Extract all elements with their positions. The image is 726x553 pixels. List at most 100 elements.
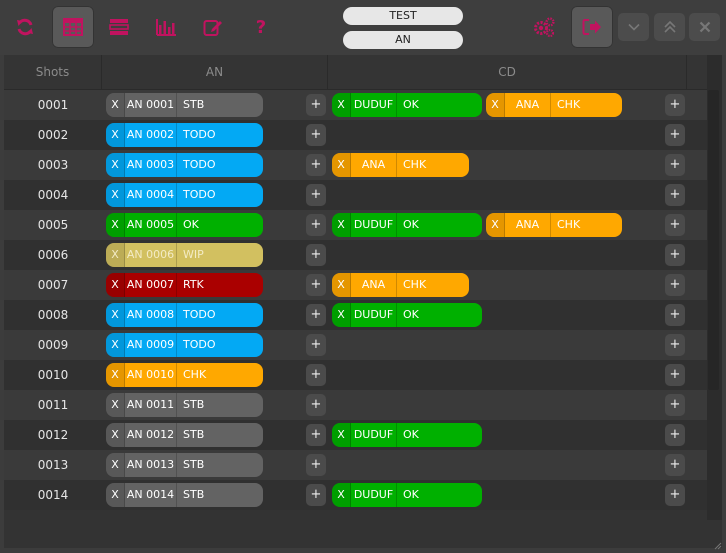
task-status[interactable]: TODO bbox=[177, 183, 263, 207]
expand-button[interactable] bbox=[654, 13, 685, 41]
shot-number[interactable]: 0002 bbox=[4, 120, 102, 150]
add-an-task-button[interactable]: + bbox=[306, 124, 326, 146]
shot-number[interactable]: 0006 bbox=[4, 240, 102, 270]
scrollbar-thumb[interactable] bbox=[708, 90, 719, 390]
add-an-task-button[interactable]: + bbox=[306, 394, 326, 416]
shot-number[interactable]: 0012 bbox=[4, 420, 102, 450]
task-status[interactable]: OK bbox=[397, 423, 482, 447]
an-task-chip[interactable]: X AN 0005 OK bbox=[106, 213, 263, 237]
add-cd-task-button[interactable]: + bbox=[665, 484, 685, 506]
an-task-chip[interactable]: X AN 0013 STB bbox=[106, 453, 263, 477]
add-an-task-button[interactable]: + bbox=[306, 424, 326, 446]
add-cd-task-button[interactable]: + bbox=[665, 184, 685, 206]
remove-task-button[interactable]: X bbox=[332, 153, 351, 177]
task-status[interactable]: OK bbox=[397, 303, 482, 327]
shot-number[interactable]: 0013 bbox=[4, 450, 102, 480]
add-cd-task-button[interactable]: + bbox=[665, 334, 685, 356]
an-task-chip[interactable]: X AN 0008 TODO bbox=[106, 303, 263, 327]
an-task-chip[interactable]: X AN 0004 TODO bbox=[106, 183, 263, 207]
cd-task-chip[interactable]: X ANA CHK bbox=[486, 93, 622, 117]
add-an-task-button[interactable]: + bbox=[306, 454, 326, 476]
task-field[interactable]: AN bbox=[343, 31, 463, 49]
cd-task-chip[interactable]: X DUDUF OK bbox=[332, 93, 482, 117]
add-an-task-button[interactable]: + bbox=[306, 244, 326, 266]
remove-task-button[interactable]: X bbox=[106, 213, 125, 237]
shot-number[interactable]: 0001 bbox=[4, 90, 102, 120]
remove-task-button[interactable]: X bbox=[106, 93, 125, 117]
an-task-chip[interactable]: X AN 0010 CHK bbox=[106, 363, 263, 387]
remove-task-button[interactable]: X bbox=[106, 453, 125, 477]
remove-task-button[interactable]: X bbox=[106, 123, 125, 147]
remove-task-button[interactable]: X bbox=[106, 303, 125, 327]
refresh-button[interactable] bbox=[4, 6, 46, 48]
column-header-shots[interactable]: Shots bbox=[4, 55, 102, 89]
task-status[interactable]: STB bbox=[177, 93, 263, 117]
cd-task-chip[interactable]: X ANA CHK bbox=[332, 273, 469, 297]
remove-task-button[interactable]: X bbox=[106, 393, 125, 417]
remove-task-button[interactable]: X bbox=[106, 483, 125, 507]
remove-task-button[interactable]: X bbox=[332, 273, 351, 297]
task-status[interactable]: WIP bbox=[177, 243, 263, 267]
stats-button[interactable] bbox=[145, 6, 187, 48]
logout-button[interactable] bbox=[571, 6, 613, 48]
shot-number[interactable]: 0005 bbox=[4, 210, 102, 240]
add-an-task-button[interactable]: + bbox=[306, 484, 326, 506]
help-button[interactable]: ? bbox=[240, 6, 282, 48]
shot-number[interactable]: 0003 bbox=[4, 150, 102, 180]
remove-task-button[interactable]: X bbox=[332, 483, 351, 507]
add-cd-task-button[interactable]: + bbox=[665, 304, 685, 326]
remove-task-button[interactable]: X bbox=[332, 93, 351, 117]
add-cd-task-button[interactable]: + bbox=[665, 274, 685, 296]
column-header-cd[interactable]: CD bbox=[328, 55, 687, 89]
task-status[interactable]: OK bbox=[177, 213, 263, 237]
add-cd-task-button[interactable]: + bbox=[665, 124, 685, 146]
remove-task-button[interactable]: X bbox=[106, 333, 125, 357]
an-task-chip[interactable]: X AN 0012 STB bbox=[106, 423, 263, 447]
add-cd-task-button[interactable]: + bbox=[665, 454, 685, 476]
add-cd-task-button[interactable]: + bbox=[665, 364, 685, 386]
list-view-button[interactable] bbox=[98, 6, 140, 48]
remove-task-button[interactable]: X bbox=[106, 423, 125, 447]
shot-number[interactable]: 0009 bbox=[4, 330, 102, 360]
remove-task-button[interactable]: X bbox=[486, 213, 505, 237]
add-cd-task-button[interactable]: + bbox=[665, 94, 685, 116]
remove-task-button[interactable]: X bbox=[106, 183, 125, 207]
add-cd-task-button[interactable]: + bbox=[665, 154, 685, 176]
task-status[interactable]: TODO bbox=[177, 123, 263, 147]
shot-number[interactable]: 0007 bbox=[4, 270, 102, 300]
remove-task-button[interactable]: X bbox=[332, 303, 351, 327]
task-status[interactable]: STB bbox=[177, 423, 263, 447]
an-task-chip[interactable]: X AN 0014 STB bbox=[106, 483, 263, 507]
cd-task-chip[interactable]: X DUDUF OK bbox=[332, 213, 482, 237]
task-status[interactable]: STB bbox=[177, 393, 263, 417]
task-status[interactable]: TODO bbox=[177, 333, 263, 357]
task-status[interactable]: OK bbox=[397, 213, 482, 237]
an-task-chip[interactable]: X AN 0007 RTK bbox=[106, 273, 263, 297]
add-cd-task-button[interactable]: + bbox=[665, 424, 685, 446]
add-cd-task-button[interactable]: + bbox=[665, 244, 685, 266]
remove-task-button[interactable]: X bbox=[106, 153, 125, 177]
remove-task-button[interactable]: X bbox=[106, 273, 125, 297]
settings-button[interactable] bbox=[523, 6, 565, 48]
close-button[interactable] bbox=[689, 13, 720, 41]
collapse-button[interactable] bbox=[618, 13, 649, 41]
shot-number[interactable]: 0010 bbox=[4, 360, 102, 390]
column-header-an[interactable]: AN bbox=[102, 55, 328, 89]
remove-task-button[interactable]: X bbox=[332, 213, 351, 237]
table-view-button[interactable] bbox=[52, 6, 94, 48]
an-task-chip[interactable]: X AN 0003 TODO bbox=[106, 153, 263, 177]
cd-task-chip[interactable]: X DUDUF OK bbox=[332, 303, 482, 327]
add-an-task-button[interactable]: + bbox=[306, 214, 326, 236]
an-task-chip[interactable]: X AN 0009 TODO bbox=[106, 333, 263, 357]
edit-button[interactable] bbox=[192, 6, 234, 48]
add-an-task-button[interactable]: + bbox=[306, 274, 326, 296]
task-status[interactable]: TODO bbox=[177, 303, 263, 327]
add-an-task-button[interactable]: + bbox=[306, 184, 326, 206]
an-task-chip[interactable]: X AN 0006 WIP bbox=[106, 243, 263, 267]
task-status[interactable]: TODO bbox=[177, 153, 263, 177]
cd-task-chip[interactable]: X DUDUF OK bbox=[332, 423, 482, 447]
shot-number[interactable]: 0014 bbox=[4, 480, 102, 510]
remove-task-button[interactable]: X bbox=[106, 243, 125, 267]
remove-task-button[interactable]: X bbox=[486, 93, 505, 117]
shot-number[interactable]: 0004 bbox=[4, 180, 102, 210]
